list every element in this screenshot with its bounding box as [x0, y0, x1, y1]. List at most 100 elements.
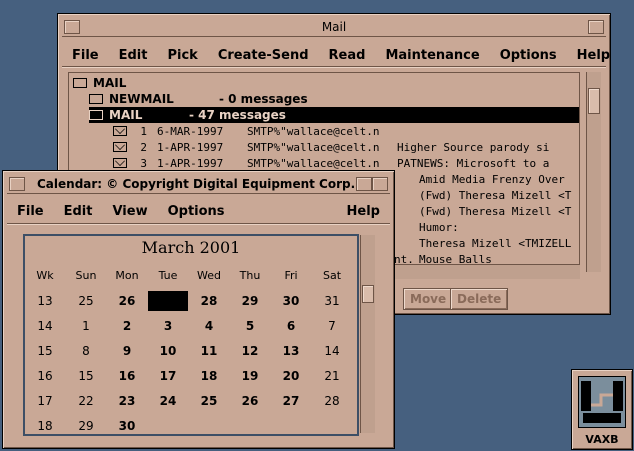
menu-maintenance[interactable]: Maintenance: [375, 48, 489, 63]
mail-menubar: File Edit Pick Create-Send Read Maintena…: [62, 44, 610, 67]
folder-mail-selected[interactable]: MAIL - 47 messages: [89, 107, 579, 123]
day-cell[interactable]: [189, 416, 229, 436]
message-row[interactable]: 1 6-MAR-1997 SMTP%"wallace@celt.n: [69, 123, 397, 139]
day-cell[interactable]: 9: [107, 341, 147, 361]
menu-pick[interactable]: Pick: [157, 48, 207, 63]
day-cell[interactable]: 28: [189, 291, 229, 311]
day-cell[interactable]: [312, 416, 352, 436]
day-cell[interactable]: 21: [312, 366, 352, 386]
day-cell[interactable]: 7: [312, 316, 352, 336]
menu-options[interactable]: Options: [158, 204, 235, 219]
day-cell[interactable]: 1: [66, 316, 106, 336]
maximize-button[interactable]: [372, 177, 388, 191]
message-row[interactable]: Theresa Mizell <TMIZELL: [419, 235, 571, 251]
menu-options[interactable]: Options: [490, 48, 567, 63]
day-cell[interactable]: 8: [66, 341, 106, 361]
menu-create-send[interactable]: Create-Send: [208, 48, 319, 63]
day-cell[interactable]: 3: [148, 316, 188, 336]
folder-newmail[interactable]: NEWMAIL - 0 messages: [89, 91, 308, 107]
day-cell[interactable]: 6: [271, 316, 311, 336]
day-cell[interactable]: 28: [312, 391, 352, 411]
message-row[interactable]: 2 1-APR-1997 SMTP%"wallace@celt.n Higher…: [69, 139, 549, 155]
calendar-titlebar[interactable]: Calendar: © Copyright Digital Equipment …: [7, 175, 390, 194]
day-cell[interactable]: 16: [107, 366, 147, 386]
mail-vertical-scrollbar[interactable]: [586, 72, 601, 272]
day-cell[interactable]: 14: [312, 341, 352, 361]
weekday-header: Tue: [158, 269, 178, 282]
delete-button[interactable]: Delete: [450, 288, 509, 310]
mail-window-title: Mail: [321, 20, 347, 34]
menu-edit[interactable]: Edit: [109, 48, 158, 63]
vaxb-desktop-icon[interactable]: VAXB: [571, 369, 633, 450]
message-row[interactable]: (Fwd) Theresa Mizell <T: [419, 203, 571, 219]
day-cell[interactable]: 19: [230, 366, 270, 386]
day-cell[interactable]: 30: [271, 291, 311, 311]
mail-horizontal-scrollbar[interactable]: [388, 264, 580, 279]
window-menu-button[interactable]: [64, 20, 80, 34]
day-cell[interactable]: 24: [148, 391, 188, 411]
weekday-header: Sat: [322, 269, 342, 282]
day-cell[interactable]: 17: [148, 366, 188, 386]
weekday-header: Sun: [75, 269, 97, 282]
mail-titlebar[interactable]: Mail: [62, 18, 606, 37]
day-cell[interactable]: 13: [271, 341, 311, 361]
day-cell[interactable]: 11: [189, 341, 229, 361]
day-cell[interactable]: 12: [230, 341, 270, 361]
day-cell[interactable]: 23: [107, 391, 147, 411]
folder-icon: [73, 78, 87, 88]
message-row[interactable]: (Fwd) Theresa Mizell <T: [419, 187, 571, 203]
message-row[interactable]: 3 1-APR-1997 SMTP%"wallace@celt.n PATNEW…: [69, 155, 549, 171]
day-cell[interactable]: 15: [66, 366, 106, 386]
day-cell[interactable]: [271, 416, 311, 436]
day-cell[interactable]: 29: [66, 416, 106, 436]
weekday-header: Wk: [36, 269, 54, 282]
day-cell[interactable]: 2: [107, 316, 147, 336]
scroll-thumb[interactable]: [362, 285, 374, 303]
folder-name: MAIL: [109, 108, 143, 122]
move-button[interactable]: Move: [403, 288, 454, 310]
folder-root[interactable]: MAIL: [73, 75, 126, 91]
message-row[interactable]: Amid Media Frenzy Over: [419, 171, 565, 187]
day-cell[interactable]: [230, 416, 270, 436]
day-cell[interactable]: 26: [107, 291, 147, 311]
scroll-thumb[interactable]: [588, 88, 600, 114]
message-row[interactable]: Humor:: [419, 219, 459, 235]
menu-edit[interactable]: Edit: [54, 204, 103, 219]
envelope-icon: [113, 142, 127, 152]
computer-icon: [578, 376, 626, 428]
menu-view[interactable]: View: [102, 204, 157, 219]
menu-read[interactable]: Read: [319, 48, 376, 63]
window-menu-button[interactable]: [9, 177, 25, 191]
day-cell[interactable]: 20: [271, 366, 311, 386]
minimize-button[interactable]: [356, 177, 372, 191]
day-cell[interactable]: 5: [230, 316, 270, 336]
selected-day-cell[interactable]: [148, 291, 188, 311]
calendar-menubar: File Edit View Options Help: [7, 199, 390, 224]
folder-info: - 47 messages: [189, 108, 286, 122]
day-cell[interactable]: 4: [189, 316, 229, 336]
menu-file[interactable]: File: [7, 204, 54, 219]
day-cell[interactable]: 25: [189, 391, 229, 411]
day-cell[interactable]: [148, 416, 188, 436]
folder-icon: [89, 94, 103, 104]
day-cell[interactable]: 30: [107, 416, 147, 436]
folder-icon: [89, 110, 103, 120]
calendar-vertical-scrollbar[interactable]: [360, 235, 375, 433]
day-cell[interactable]: 27: [271, 391, 311, 411]
day-cell[interactable]: 26: [230, 391, 270, 411]
day-cell[interactable]: 18: [189, 366, 229, 386]
day-cell[interactable]: 25: [66, 291, 106, 311]
week-number: 14: [37, 319, 53, 333]
day-cell[interactable]: 10: [148, 341, 188, 361]
envelope-icon: [113, 158, 127, 168]
maximize-button[interactable]: [588, 20, 604, 34]
envelope-icon: [113, 126, 127, 136]
menu-file[interactable]: File: [62, 48, 109, 63]
week-number: 17: [37, 394, 53, 408]
menu-help[interactable]: Help: [337, 204, 390, 219]
day-cell[interactable]: 31: [312, 291, 352, 311]
day-cell[interactable]: 29: [230, 291, 270, 311]
week-number: 15: [37, 344, 53, 358]
day-cell[interactable]: 22: [66, 391, 106, 411]
menu-help[interactable]: Help: [567, 48, 620, 63]
